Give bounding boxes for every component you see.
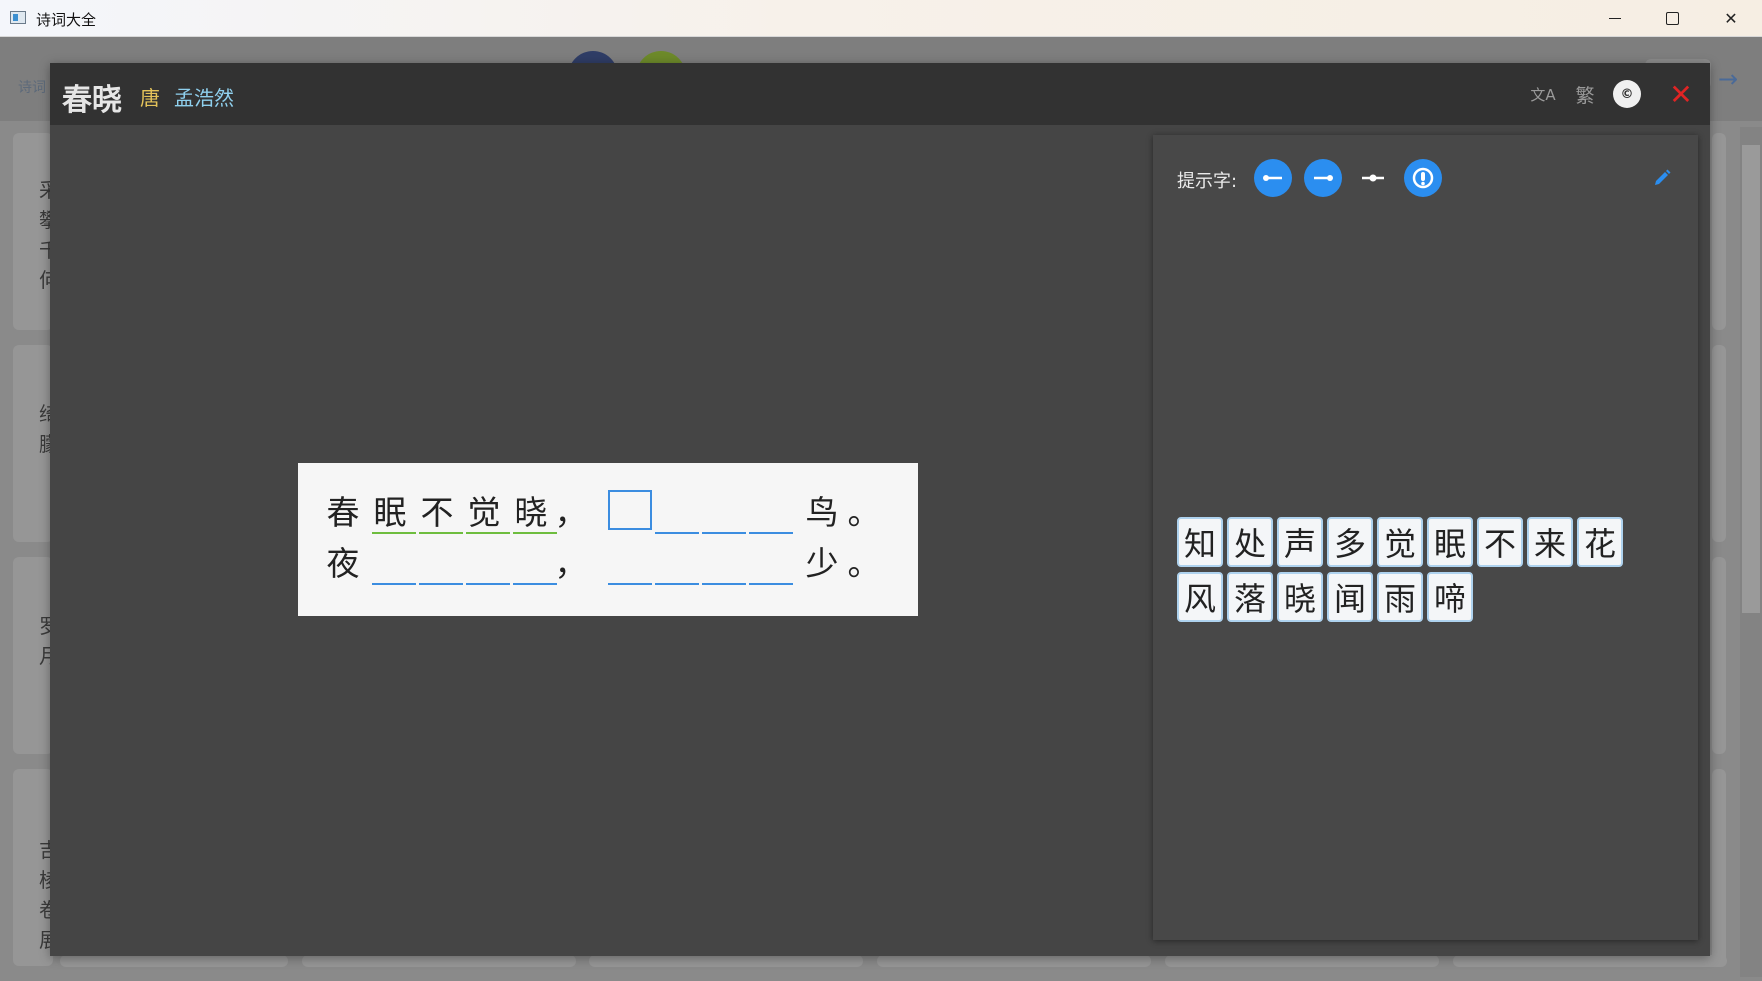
edit-button[interactable] (1647, 163, 1677, 193)
background-card (60, 955, 288, 967)
background-nav-text: 诗词 (18, 80, 46, 96)
window-close-button[interactable]: ✕ (1702, 0, 1760, 37)
arrow-right-icon: → (1718, 65, 1739, 93)
modal-header: 春晓 唐 孟浩然 文A 繁 © ✕ (50, 63, 1710, 125)
poem-punct: 。 (847, 544, 881, 583)
background-card: 绮 朦 (13, 345, 59, 542)
blank-slot[interactable] (702, 532, 746, 534)
poem-card: 春 眠 不 觉 晓 ， 鸟 。 夜 ， 少 。 (298, 463, 918, 616)
poem-char: 不 (420, 493, 454, 532)
poem-char: 晓 (514, 493, 548, 532)
background-card (589, 955, 863, 967)
hint-char-tile[interactable]: 声 (1277, 517, 1323, 567)
poem-char: 夜 (326, 544, 360, 583)
translate-button[interactable]: 文A (1528, 79, 1558, 109)
blank-slot[interactable] (513, 583, 557, 585)
arrow-right-icon (1314, 175, 1333, 181)
window-titlebar: 诗词大全 ✕ (0, 0, 1762, 37)
background-card (1712, 345, 1726, 542)
hint-char-tile[interactable]: 啼 (1427, 572, 1473, 622)
filled-underline (372, 532, 416, 534)
poem-char: 觉 (467, 493, 501, 532)
maximize-icon (1665, 12, 1679, 25)
hint-label: 提示字: (1177, 171, 1238, 192)
poem-modal: 春晓 唐 孟浩然 文A 繁 © ✕ 春 眠 不 觉 晓 ， 鸟 。 夜 ， 少 … (50, 63, 1710, 956)
background-card: 吉 棱 卷 展 (13, 769, 59, 966)
hint-char-tile[interactable]: 多 (1327, 517, 1373, 567)
hint-prev-button[interactable] (1254, 159, 1292, 197)
hint-char-tile[interactable]: 闻 (1327, 572, 1373, 622)
app-icon (10, 11, 26, 24)
filled-underline (419, 532, 463, 534)
minimize-button[interactable] (1586, 0, 1644, 37)
background-card (1712, 769, 1726, 966)
hint-panel: 提示字: 知 处 声 多 觉 眠 不 来 花 风 落 晓 闻 雨 啼 (1153, 135, 1698, 940)
background-card (1165, 955, 1439, 967)
hint-power-button[interactable] (1404, 159, 1442, 197)
blank-slot[interactable] (419, 583, 463, 585)
copyright-button[interactable]: © (1612, 79, 1642, 109)
poem-dynasty[interactable]: 唐 (140, 82, 160, 111)
filled-underline (466, 532, 510, 534)
hint-char-tile[interactable]: 雨 (1377, 572, 1423, 622)
hint-char-tile[interactable]: 来 (1527, 517, 1573, 567)
pencil-icon (1655, 169, 1671, 185)
blank-slot[interactable] (655, 532, 699, 534)
poem-title: 春晓 (62, 83, 122, 118)
translate-icon: 文A (1530, 85, 1556, 104)
hint-char-tile[interactable]: 风 (1177, 572, 1223, 622)
maximize-button[interactable] (1643, 0, 1701, 37)
blank-slot[interactable] (608, 583, 652, 585)
power-icon (1412, 167, 1434, 189)
hint-char-tile[interactable]: 眠 (1427, 517, 1473, 567)
hint-fit-button[interactable] (1354, 159, 1392, 197)
traditional-label: 繁 (1575, 84, 1595, 107)
poem-punct: 。 (847, 493, 881, 532)
background-card (1453, 955, 1727, 967)
blank-slot[interactable] (702, 583, 746, 585)
hint-char-tile[interactable]: 处 (1227, 517, 1273, 567)
background-card (877, 955, 1151, 967)
poem-char: 鸟 (805, 493, 839, 532)
background-card: 罗 月 (13, 557, 59, 754)
hint-char-tile[interactable]: 晓 (1277, 572, 1323, 622)
blank-slot[interactable] (466, 583, 510, 585)
poem-char: 眠 (373, 493, 407, 532)
hint-char-tile[interactable]: 知 (1177, 517, 1223, 567)
poem-char: 春 (326, 493, 360, 532)
background-card: 采 攀 千 何 (13, 133, 59, 330)
active-blank-slot[interactable] (608, 490, 652, 530)
background-card (302, 955, 576, 967)
poem-punct: ， (554, 544, 588, 583)
hint-char-tile[interactable]: 觉 (1377, 517, 1423, 567)
minimize-icon (1609, 18, 1621, 19)
filled-underline (513, 532, 557, 534)
fit-icon (1362, 174, 1384, 182)
hint-next-button[interactable] (1304, 159, 1342, 197)
poem-char: 少 (805, 544, 839, 583)
copyright-icon: © (1613, 80, 1641, 108)
hint-char-tile[interactable]: 花 (1577, 517, 1623, 567)
poem-author[interactable]: 孟浩然 (174, 82, 234, 111)
blank-slot[interactable] (372, 583, 416, 585)
background-card (1712, 557, 1726, 754)
close-icon: ✕ (1669, 77, 1693, 111)
poem-punct: ， (554, 493, 588, 532)
window-title: 诗词大全 (36, 11, 97, 29)
arrow-left-icon (1263, 175, 1282, 181)
hint-char-tile[interactable]: 不 (1477, 517, 1523, 567)
blank-slot[interactable] (749, 583, 793, 585)
traditional-chinese-button[interactable]: 繁 (1570, 79, 1600, 109)
background-scrollbar-thumb[interactable] (1742, 145, 1760, 613)
blank-slot[interactable] (655, 583, 699, 585)
close-icon: ✕ (1724, 9, 1738, 28)
blank-slot[interactable] (749, 532, 793, 534)
modal-close-button[interactable]: ✕ (1664, 77, 1698, 111)
background-card (1712, 133, 1726, 330)
hint-char-tile[interactable]: 落 (1227, 572, 1273, 622)
